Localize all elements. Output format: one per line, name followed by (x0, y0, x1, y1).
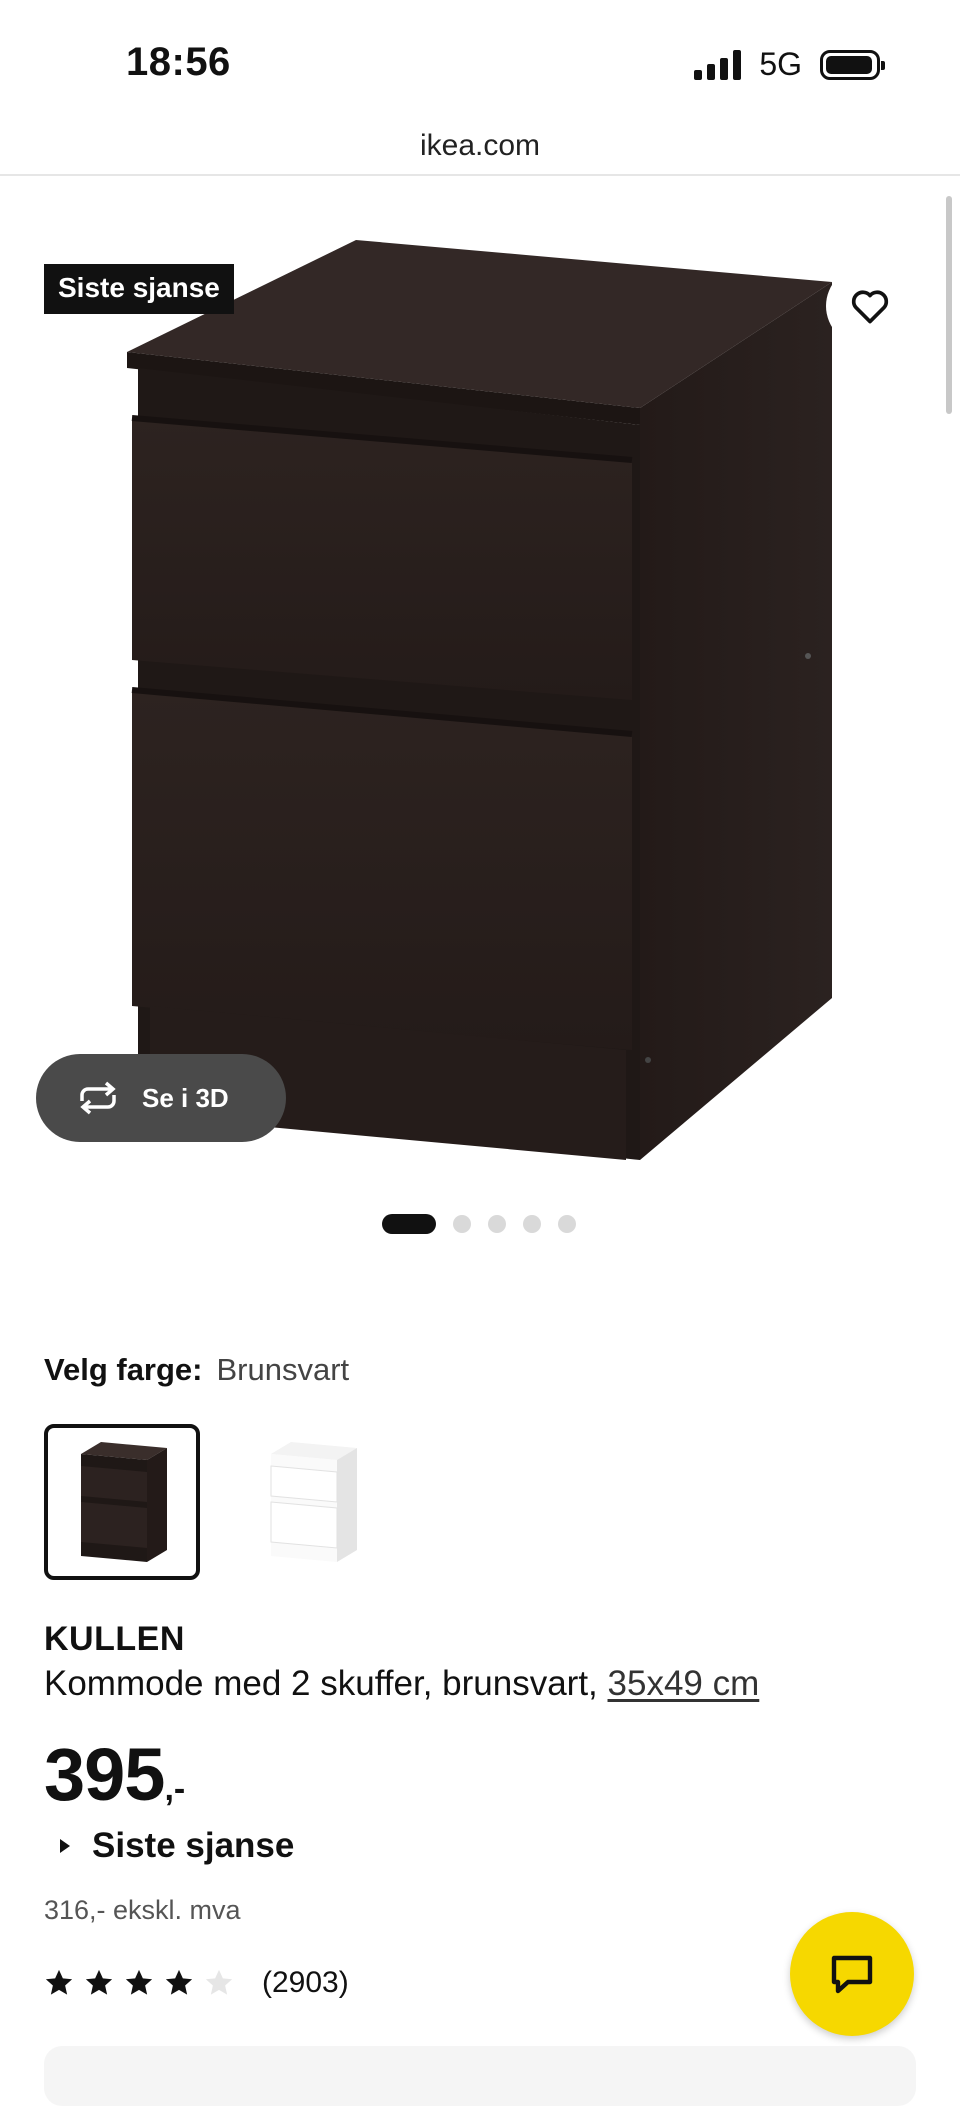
carousel-dot[interactable] (523, 1215, 541, 1233)
product-description-text: Kommode med 2 skuffer, brunsvart, (44, 1664, 608, 1703)
price-decimal: ,- (164, 1770, 186, 1808)
url-bar[interactable]: ikea.com (0, 120, 960, 176)
view-3d-label: Se i 3D (142, 1082, 229, 1113)
status-time: 18:56 (126, 40, 231, 84)
scrollbar[interactable] (946, 196, 952, 414)
star-filled-icon (165, 1969, 193, 1995)
star-filled-icon (85, 1969, 113, 1995)
carousel-dot[interactable] (488, 1215, 506, 1233)
carousel-dot[interactable] (558, 1215, 576, 1233)
product-rating[interactable]: (2903) (44, 1966, 349, 2000)
star-empty-icon (205, 1969, 233, 1995)
rating-count: (2903) (262, 1966, 349, 1999)
swatch-hvit[interactable] (234, 1424, 390, 1580)
price-integer: 395 (44, 1733, 165, 1816)
status-indicators: 5G (694, 46, 885, 83)
color-swatches (44, 1424, 390, 1580)
product-description: Kommode med 2 skuffer, brunsvart, 35x49 … (44, 1664, 759, 1704)
price-note-label: Siste sjanse (92, 1826, 295, 1865)
battery-icon (820, 49, 885, 80)
heart-icon (851, 290, 889, 324)
chat-icon (831, 1955, 873, 1994)
star-filled-icon (45, 1969, 73, 1995)
swatch-brunsvart[interactable] (44, 1424, 200, 1580)
view-3d-button[interactable]: Se i 3D (36, 1054, 286, 1142)
favorite-button[interactable] (826, 266, 914, 346)
swatch-brunsvart-image (81, 1442, 167, 1562)
product-image (127, 240, 832, 1160)
last-chance-toggle[interactable]: Siste sjanse (60, 1826, 294, 1866)
product-image-carousel[interactable] (0, 178, 960, 1188)
swatch-hvit-image (270, 1442, 357, 1562)
carousel-indicator (382, 1214, 576, 1234)
chat-button[interactable] (790, 1912, 914, 2036)
price-excl-vat: 316,- ekskl. mva (44, 1895, 241, 1925)
signal-icon (694, 49, 742, 80)
status-bar: 18:56 5G (0, 0, 960, 120)
network-label: 5G (759, 46, 802, 82)
product-price: 395,- (44, 1738, 185, 1812)
star-filled-icon (125, 1969, 153, 1995)
carousel-dot[interactable] (453, 1215, 471, 1233)
bottom-card (44, 2046, 916, 2106)
color-label: Velg farge: (44, 1352, 203, 1387)
product-size-link[interactable]: 35x49 cm (608, 1664, 760, 1703)
carousel-dot-active[interactable] (382, 1214, 436, 1234)
last-chance-badge: Siste sjanse (44, 264, 234, 314)
product-name: KULLEN (44, 1620, 185, 1658)
caret-right-icon (60, 1839, 70, 1853)
rotate-icon (80, 1081, 116, 1115)
color-value: Brunsvart (216, 1352, 350, 1387)
color-selector-heading: Velg farge: Brunsvart (44, 1352, 349, 1388)
